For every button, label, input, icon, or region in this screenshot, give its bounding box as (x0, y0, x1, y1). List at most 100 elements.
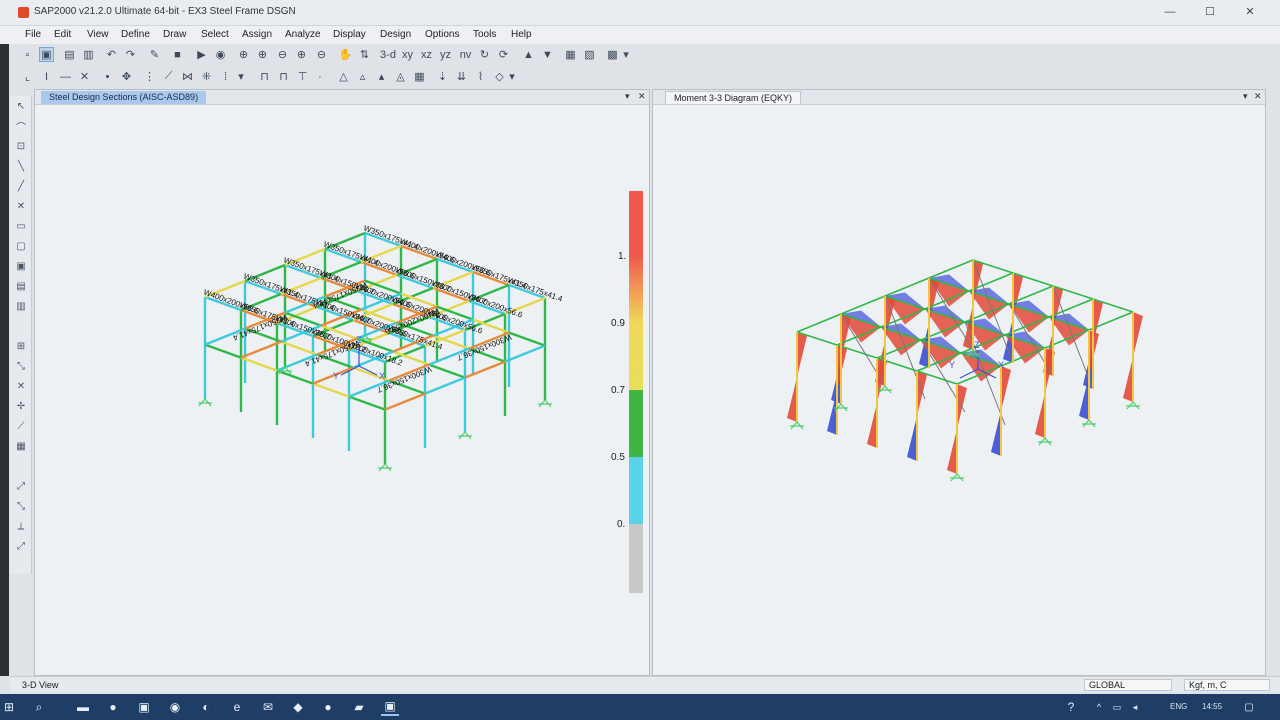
view-xz-button[interactable]: xz (419, 47, 434, 62)
restraints-icon[interactable]: △ (336, 69, 351, 84)
print-icon[interactable]: ▥ (81, 47, 96, 62)
mesh-icon[interactable]: ⁞ (218, 69, 233, 84)
delete-icon[interactable]: ✕ (77, 69, 92, 84)
move-up-icon[interactable]: ▲ (521, 47, 536, 62)
rotate-icon[interactable]: ↻ (477, 47, 492, 62)
view-nv-button[interactable]: nv (458, 47, 473, 62)
pointer-icon[interactable]: ↖ (13, 98, 29, 114)
browser-icon[interactable]: ● (104, 698, 122, 716)
edge-icon[interactable]: e (228, 698, 246, 716)
toolbar-overflow-icon[interactable]: ▾ (622, 47, 630, 62)
close-button[interactable]: ✕ (1230, 2, 1270, 22)
select-previous-icon[interactable]: ⤡ (13, 358, 29, 374)
zoom-in-icon[interactable]: ⊕ (255, 47, 270, 62)
pan-icon[interactable]: ✋ (338, 47, 353, 62)
zoom-window-icon[interactable]: ⊕ (236, 47, 251, 62)
view-3d-button[interactable]: 3-d (378, 47, 398, 62)
view-xy-button[interactable]: xy (400, 47, 415, 62)
split-frame-icon[interactable]: ⋈ (180, 69, 195, 84)
draw-link-icon[interactable]: ▥ (13, 298, 29, 314)
quick-draw-frame-icon[interactable]: ╱ (13, 178, 29, 194)
steel-design-tab[interactable]: Steel Design Sections (AISC-ASD89) (41, 91, 207, 104)
toolbar2-overflow-icon[interactable]: ▾ (508, 69, 516, 84)
snap-grid-icon[interactable]: ▦ (13, 438, 29, 454)
section-frame-icon[interactable]: ⊓ (257, 69, 272, 84)
help-tray-icon[interactable]: ? (1062, 698, 1080, 716)
portal-frame-icon[interactable]: ⊓ (276, 69, 291, 84)
menu-options[interactable]: Options (425, 29, 459, 40)
temperature-icon[interactable]: ⌇ (473, 69, 488, 84)
frame-releases-icon[interactable]: ⊤ (295, 69, 310, 84)
windows-start-icon[interactable]: ⊞ (0, 698, 18, 716)
steel-frame-3d-view[interactable]: W350x175x41.4W400x200x56.6W400x200x56.6W… (35, 105, 651, 677)
lock-icon[interactable]: ■ (170, 47, 185, 62)
sap2000-taskbar-icon[interactable]: ▣ (381, 698, 399, 716)
reshape-icon[interactable]: ⌒ (13, 118, 29, 134)
springs-icon[interactable]: ▵ (355, 69, 370, 84)
chrome-icon[interactable]: ◉ (166, 698, 184, 716)
menu-file[interactable]: File (25, 29, 41, 40)
snap-extension-icon[interactable]: ⤢ (13, 538, 29, 554)
moment-diagram-pane[interactable]: Moment 3-3 Diagram (EQKY) ▾ ✕ Z X Y (652, 89, 1266, 676)
menu-analyze[interactable]: Analyze (285, 29, 321, 40)
toolbar2-overflow-left-icon[interactable]: ▾ (237, 69, 245, 84)
menu-draw[interactable]: Draw (163, 29, 186, 40)
right-pane-dropdown-icon[interactable]: ▾ (1243, 91, 1248, 102)
pdf-reader-icon[interactable]: ▰ (350, 698, 368, 716)
save-icon[interactable]: ▤ (62, 47, 77, 62)
snap-perpendicular-icon[interactable]: ⟂ (13, 518, 29, 534)
menu-select[interactable]: Select (201, 29, 229, 40)
joint-loads-icon[interactable]: ◬ (393, 69, 408, 84)
firefox-icon[interactable]: ◐ (197, 698, 215, 716)
left-pane-close-icon[interactable]: ✕ (638, 91, 646, 102)
menu-tools[interactable]: Tools (473, 29, 496, 40)
beam-icon[interactable]: — (58, 69, 73, 84)
undo-icon[interactable]: ↶ (104, 47, 119, 62)
new-model-icon[interactable]: ▫ (20, 47, 35, 62)
mail-icon[interactable]: ✉ (259, 698, 277, 716)
draw-frame-side-icon[interactable]: ╲ (13, 158, 29, 174)
area-loads-icon[interactable]: ⇊ (454, 69, 469, 84)
move-down-icon[interactable]: ▼ (540, 47, 555, 62)
menu-define[interactable]: Define (121, 29, 150, 40)
divide-icon[interactable]: ⁜ (199, 69, 214, 84)
table-icon[interactable]: ▦ (412, 69, 427, 84)
rubber-band-icon[interactable]: ⇅ (357, 47, 372, 62)
coordinate-system-dropdown[interactable]: GLOBAL (1084, 679, 1172, 691)
language-indicator[interactable]: ENG (1170, 702, 1187, 711)
open-icon[interactable]: ▣ (39, 47, 54, 62)
clock[interactable]: 14:55 (1202, 702, 1222, 711)
menu-display[interactable]: Display (333, 29, 366, 40)
replicate-icon[interactable]: ⋮ (142, 69, 157, 84)
maximize-button[interactable]: ☐ (1190, 2, 1230, 22)
column-icon[interactable]: I (39, 69, 54, 84)
units-dropdown[interactable]: Kgf, m, C (1184, 679, 1270, 691)
menu-design[interactable]: Design (380, 29, 411, 40)
draw-rect-area-icon[interactable]: ▢ (13, 238, 29, 254)
refresh-window-icon[interactable]: ▩ (605, 47, 620, 62)
edit-pencil-icon[interactable]: ✎ (147, 47, 162, 62)
design-check-icon[interactable]: ◇ (492, 69, 507, 84)
steel-design-sections-pane[interactable]: Steel Design Sections (AISC-ASD89) ▾ ✕ W… (34, 89, 650, 676)
app-icon-2[interactable]: ● (319, 698, 337, 716)
select-intersect-icon[interactable]: ✕ (13, 378, 29, 394)
store-icon[interactable]: ▣ (135, 698, 153, 716)
quick-area-icon[interactable]: ▣ (13, 258, 29, 274)
perspective-icon[interactable]: ⟳ (496, 47, 511, 62)
network-icon[interactable]: ▭ (1108, 698, 1126, 716)
draw-poly-area-icon[interactable]: ▭ (13, 218, 29, 234)
app-icon-1[interactable]: ◆ (289, 698, 307, 716)
draw-frame-icon[interactable]: ⟋ (161, 69, 176, 84)
moment-diagram-tab[interactable]: Moment 3-3 Diagram (EQKY) (665, 91, 802, 104)
search-icon[interactable]: ⌕ (30, 698, 48, 716)
snap-intersection-icon[interactable]: ⤡ (13, 498, 29, 514)
zoom-out-icon[interactable]: ⊖ (275, 47, 290, 62)
view-yz-button[interactable]: yz (438, 47, 453, 62)
constraints-icon[interactable]: ▴ (374, 69, 389, 84)
menu-assign[interactable]: Assign (242, 29, 272, 40)
joint-icon[interactable]: • (100, 69, 115, 84)
redo-icon[interactable]: ↷ (123, 47, 138, 62)
menu-edit[interactable]: Edit (54, 29, 71, 40)
menu-view[interactable]: View (87, 29, 109, 40)
notifications-icon[interactable]: ▢ (1240, 698, 1258, 716)
